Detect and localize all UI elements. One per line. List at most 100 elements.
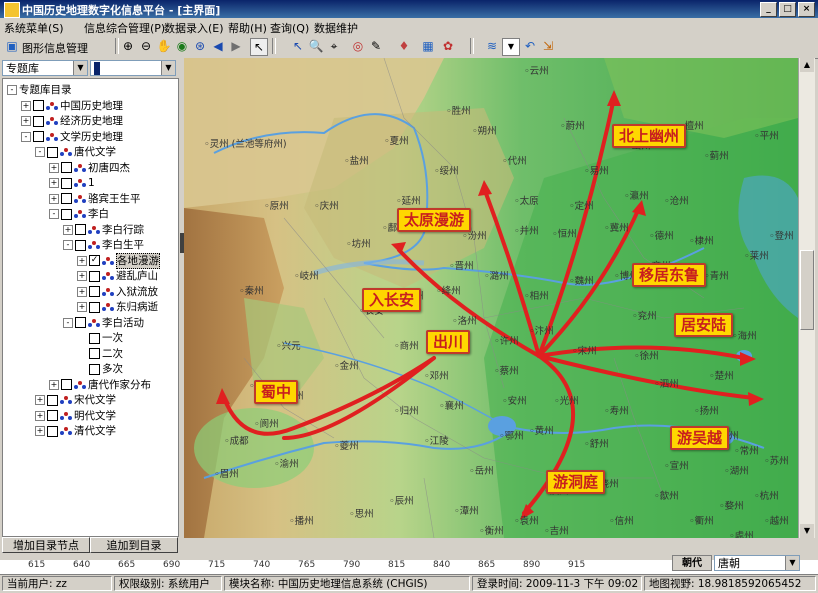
menu-query[interactable]: 查询(Q) xyxy=(270,20,309,36)
node-checkbox[interactable]: ✓ xyxy=(89,255,100,266)
expand-icon[interactable]: + xyxy=(63,224,73,235)
identify-search-icon[interactable]: 🔍 xyxy=(308,38,324,54)
collapse-icon[interactable]: - xyxy=(7,85,17,95)
map-view[interactable]: ◦灵州 (兰池等府州) ◦夏州 ◦盐州 ◦胜州 ◦云州 ◦朔州 ◦绥州 ◦延州 ◦庆州 ◦原州 ◦鄜… xyxy=(184,58,798,538)
collapse-icon[interactable]: - xyxy=(21,131,31,142)
paint-icon[interactable]: ♦ xyxy=(396,38,412,54)
add-directory-node-button[interactable]: 增加目录节点 xyxy=(2,537,90,553)
node-checkbox[interactable] xyxy=(89,301,100,313)
expand-icon[interactable]: + xyxy=(35,426,45,436)
full-extent-icon[interactable]: ◉ xyxy=(174,38,190,54)
menu-info-management[interactable]: 信息综合管理(P) xyxy=(84,20,165,36)
node-checkbox[interactable] xyxy=(33,131,44,142)
scroll-down-icon[interactable]: ▼ xyxy=(800,524,814,538)
node-checkbox[interactable] xyxy=(47,425,58,437)
tree-node[interactable]: +1 xyxy=(49,176,95,190)
tree-node[interactable]: + 宋代文学 xyxy=(35,393,116,407)
chart-icon[interactable]: ✿ xyxy=(440,38,456,54)
collapse-icon[interactable]: - xyxy=(63,240,73,250)
close-button[interactable]: × xyxy=(798,2,815,17)
node-checkbox[interactable] xyxy=(89,286,100,297)
forward-arrow-icon[interactable]: ▶ xyxy=(228,38,244,54)
menu-data-entry[interactable]: 数据录入(E) xyxy=(164,20,224,36)
node-checkbox[interactable] xyxy=(89,363,100,375)
layers-dropdown-icon[interactable]: ▼ xyxy=(502,38,520,56)
expand-icon[interactable]: + xyxy=(49,193,59,204)
pen-edit-icon[interactable]: ✎ xyxy=(368,38,384,54)
tree-node[interactable]: + 东归病逝 xyxy=(77,300,158,314)
expand-icon[interactable]: + xyxy=(21,116,31,126)
node-checkbox[interactable] xyxy=(89,332,100,344)
menu-data-maintenance[interactable]: 数据维护 xyxy=(314,20,358,36)
tree-node[interactable]: - 专题库目录 xyxy=(7,83,72,97)
globe-icon[interactable]: ⊛ xyxy=(192,38,208,54)
undo-icon[interactable]: ↶ xyxy=(522,38,538,54)
expand-icon[interactable]: + xyxy=(49,178,59,188)
tree-node[interactable]: 二次 xyxy=(77,347,123,361)
measure-icon[interactable]: ⌖ xyxy=(326,38,342,54)
menu-help[interactable]: 帮助(H) xyxy=(228,20,267,36)
tree-node[interactable]: + 唐代作家分布 xyxy=(49,378,151,392)
layer-select[interactable]: ▼ xyxy=(90,60,176,76)
layers-icon[interactable]: ≋ xyxy=(484,38,500,54)
node-checkbox[interactable] xyxy=(61,208,72,220)
topic-tree[interactable]: - 专题库目录 + 中国历史地理 + 经济历史地理 - 文学历史地理 - 唐代文学 + 初唐四杰 +1 +… xyxy=(2,78,179,537)
tree-node[interactable]: + 明代文学 xyxy=(35,409,116,423)
select-arrow-icon[interactable]: ↖ xyxy=(290,38,306,54)
expand-icon[interactable]: + xyxy=(77,302,87,312)
node-checkbox[interactable] xyxy=(33,115,44,127)
tree-node[interactable]: 多次 xyxy=(77,362,123,376)
node-checkbox[interactable] xyxy=(75,239,86,251)
tree-node[interactable]: + 中国历史地理 xyxy=(21,99,123,113)
node-checkbox[interactable] xyxy=(61,162,72,173)
expand-icon[interactable]: + xyxy=(49,162,59,173)
tree-node[interactable]: - 唐代文学 xyxy=(35,145,116,159)
table-icon[interactable]: ▦ xyxy=(420,38,436,54)
expand-icon[interactable]: + xyxy=(77,271,87,281)
scroll-thumb[interactable] xyxy=(800,250,814,330)
select-pointer-icon[interactable]: ↖ xyxy=(250,38,268,56)
library-select[interactable]: 专题库 ▼ xyxy=(2,60,88,76)
node-checkbox[interactable] xyxy=(75,317,86,328)
append-to-directory-button[interactable]: 追加到目录 xyxy=(90,537,178,553)
tree-node[interactable]: - 文学历史地理 xyxy=(21,130,123,144)
tree-node[interactable]: + 经济历史地理 xyxy=(21,114,123,128)
exit-icon[interactable]: ⇲ xyxy=(540,38,556,54)
expand-icon[interactable]: + xyxy=(35,395,45,405)
node-checkbox[interactable] xyxy=(61,177,72,189)
tree-node[interactable]: + 初唐四杰 xyxy=(49,161,130,175)
tree-node[interactable]: + 入狱流放 xyxy=(77,285,158,299)
tree-node[interactable]: + 李白行踪 xyxy=(63,223,144,237)
node-checkbox[interactable] xyxy=(47,394,58,406)
collapse-icon[interactable]: - xyxy=(35,147,45,157)
node-checkbox[interactable] xyxy=(75,224,86,235)
collapse-icon[interactable]: - xyxy=(49,209,59,219)
collapse-icon[interactable]: - xyxy=(63,317,73,328)
back-arrow-icon[interactable]: ◀ xyxy=(210,38,226,54)
expand-icon[interactable]: + xyxy=(21,100,31,111)
node-checkbox[interactable] xyxy=(89,270,100,282)
layer-target-icon[interactable]: ◎ xyxy=(350,38,366,54)
zoom-out-icon[interactable]: ⊖ xyxy=(138,38,154,54)
zoom-in-icon[interactable]: ⊕ xyxy=(120,38,136,54)
node-checkbox[interactable] xyxy=(47,410,58,421)
tree-node[interactable]: + 避乱庐山 xyxy=(77,269,158,283)
expand-icon[interactable]: + xyxy=(35,410,45,421)
node-checkbox[interactable] xyxy=(33,100,44,111)
node-checkbox[interactable] xyxy=(47,146,58,158)
maximize-button[interactable]: □ xyxy=(779,2,796,17)
tree-node[interactable]: - 李白活动 xyxy=(63,316,144,330)
expand-icon[interactable]: + xyxy=(49,379,59,390)
minimize-button[interactable]: _ xyxy=(760,2,777,17)
map-vertical-scrollbar[interactable]: ▲ ▼ xyxy=(798,58,815,538)
tree-node[interactable]: 一次 xyxy=(77,331,123,345)
tree-node[interactable]: - 李白生平 xyxy=(63,238,144,252)
expand-icon[interactable]: + xyxy=(77,255,87,266)
node-checkbox[interactable] xyxy=(61,379,72,390)
pan-hand-icon[interactable]: ✋ xyxy=(156,38,172,54)
node-checkbox[interactable] xyxy=(61,193,72,204)
menu-system[interactable]: 系统菜单(S) xyxy=(4,20,64,36)
scroll-up-icon[interactable]: ▲ xyxy=(800,58,814,72)
expand-icon[interactable]: + xyxy=(77,286,87,297)
dynasty-select[interactable]: 唐朝 ▼ xyxy=(714,555,800,571)
